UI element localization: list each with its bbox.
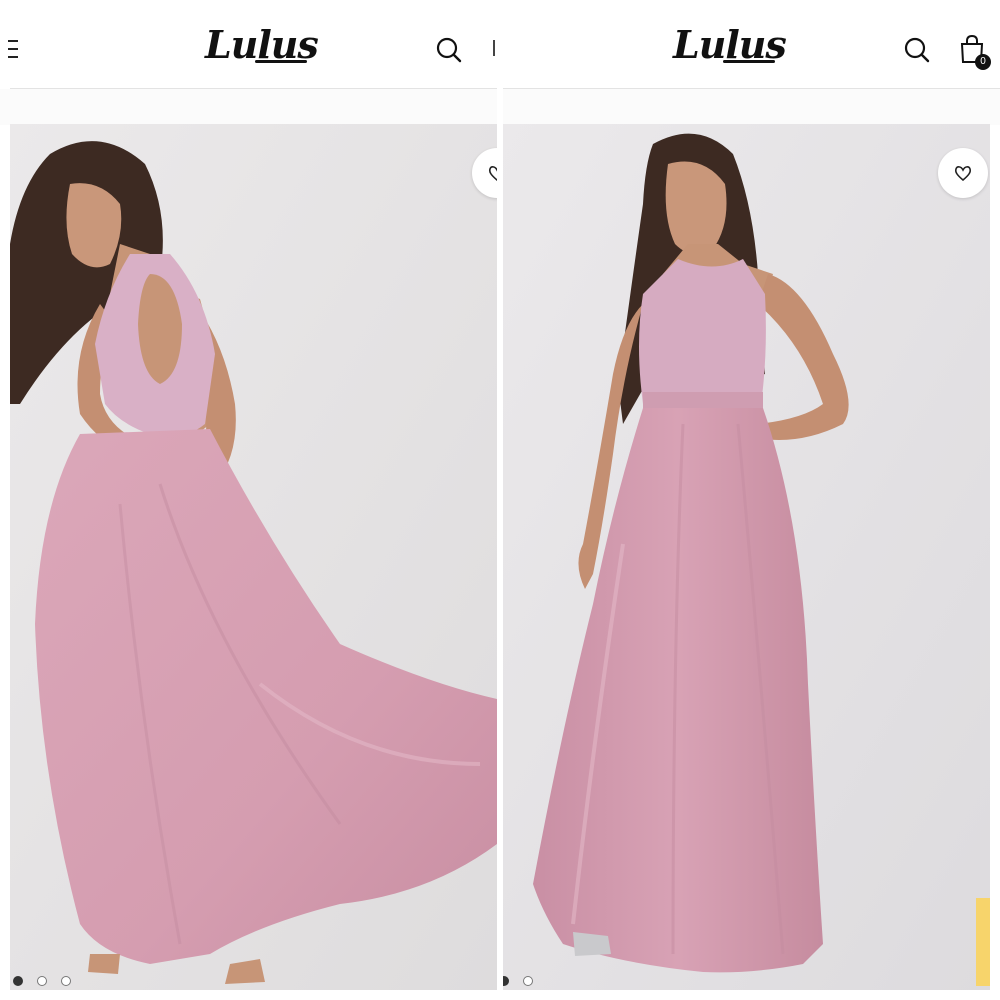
- cart-count-badge: 0: [975, 54, 991, 70]
- site-header: Lulus: [0, 0, 497, 90]
- header-subbar: [0, 89, 497, 125]
- model-back-illustration: [10, 124, 497, 990]
- product-view-back: Lulus: [0, 0, 497, 1000]
- wishlist-button[interactable]: [938, 148, 988, 198]
- heart-icon: [954, 166, 972, 182]
- product-image[interactable]: [10, 124, 497, 990]
- carousel-dot-2[interactable]: [523, 976, 533, 986]
- carousel-dots: [13, 976, 71, 986]
- search-icon[interactable]: [903, 36, 931, 64]
- carousel-dots: [503, 976, 533, 986]
- header-subbar: [503, 89, 1000, 125]
- edge-mark: [493, 40, 495, 56]
- logo-underline: [255, 60, 307, 63]
- shopping-bag-icon[interactable]: 0: [959, 34, 991, 70]
- search-icon[interactable]: [435, 36, 463, 64]
- carousel-dot-2[interactable]: [37, 976, 47, 986]
- model-front-illustration: [503, 124, 990, 990]
- site-header: Lulus 0: [503, 0, 1000, 90]
- product-view-front: Lulus 0: [503, 0, 1000, 1000]
- carousel-dot-1[interactable]: [13, 976, 23, 986]
- feedback-tab[interactable]: [976, 898, 990, 986]
- product-image[interactable]: [503, 124, 990, 990]
- carousel-dot-1[interactable]: [503, 976, 509, 986]
- carousel-dot-3[interactable]: [61, 976, 71, 986]
- hamburger-icon[interactable]: [8, 40, 20, 62]
- logo-underline: [723, 60, 775, 63]
- heart-icon: [488, 166, 497, 182]
